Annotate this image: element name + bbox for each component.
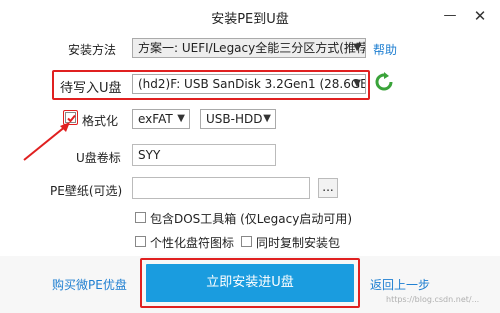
wallpaper-input[interactable] (132, 177, 310, 199)
watermark: https://blog.csdn.net/... (386, 295, 480, 304)
chevron-down-icon: ▼ (353, 78, 361, 89)
copy-installer-checkbox[interactable] (241, 236, 252, 247)
personalize-icon-label: 个性化盘符图标 (150, 236, 235, 250)
filesystem-select[interactable]: exFAT ▼ (132, 109, 190, 129)
install-mode-value: 方案一: UEFI/Legacy全能三分区方式(推荐) (138, 41, 366, 55)
target-disk-select[interactable]: (hd2)F: USB SanDisk 3.2Gen1 (28.6GB) ▼ (132, 74, 366, 94)
window-title: 安装PE到U盘 (211, 12, 289, 27)
chevron-down-icon: ▼ (177, 113, 185, 124)
wallpaper-label: PE壁纸(可选) (50, 184, 123, 198)
volume-label: U盘卷标 (76, 151, 121, 165)
dos-tools-checkbox[interactable] (135, 212, 146, 223)
target-disk-value: (hd2)F: USB SanDisk 3.2Gen1 (28.6GB) (138, 77, 366, 91)
filesystem-value: exFAT (138, 112, 173, 126)
chevron-down-icon: ▼ (263, 113, 271, 124)
copy-installer-label: 同时复制安装包 (256, 236, 341, 250)
title-bar: 安装PE到U盘 — ✕ (0, 0, 500, 32)
minimize-button[interactable]: — (440, 6, 460, 26)
boot-mode-select[interactable]: USB-HDD ▼ (200, 109, 276, 129)
boot-mode-value: USB-HDD (206, 112, 263, 126)
refresh-icon[interactable] (374, 72, 394, 92)
annotation-arrow-icon (23, 122, 70, 161)
dos-tools-label: 包含DOS工具箱 (仅Legacy启动可用) (150, 212, 353, 226)
browse-button[interactable]: ... (318, 178, 338, 198)
install-now-button[interactable]: 立即安装进U盘 (146, 264, 354, 302)
format-label: 格式化 (82, 114, 119, 128)
install-mode-label: 安装方法 (68, 43, 117, 57)
volume-input[interactable]: SYY (132, 144, 276, 166)
help-link[interactable]: 帮助 (373, 41, 397, 58)
back-link[interactable]: 返回上一步 (370, 276, 430, 293)
install-mode-select[interactable]: 方案一: UEFI/Legacy全能三分区方式(推荐) ▼ (132, 38, 366, 58)
personalize-icon-checkbox[interactable] (135, 236, 146, 247)
chevron-down-icon: ▼ (353, 42, 361, 53)
target-disk-label: 待写入U盘 (60, 81, 122, 96)
close-button[interactable]: ✕ (470, 6, 490, 26)
buy-link[interactable]: 购买微PE优盘 (52, 276, 127, 293)
